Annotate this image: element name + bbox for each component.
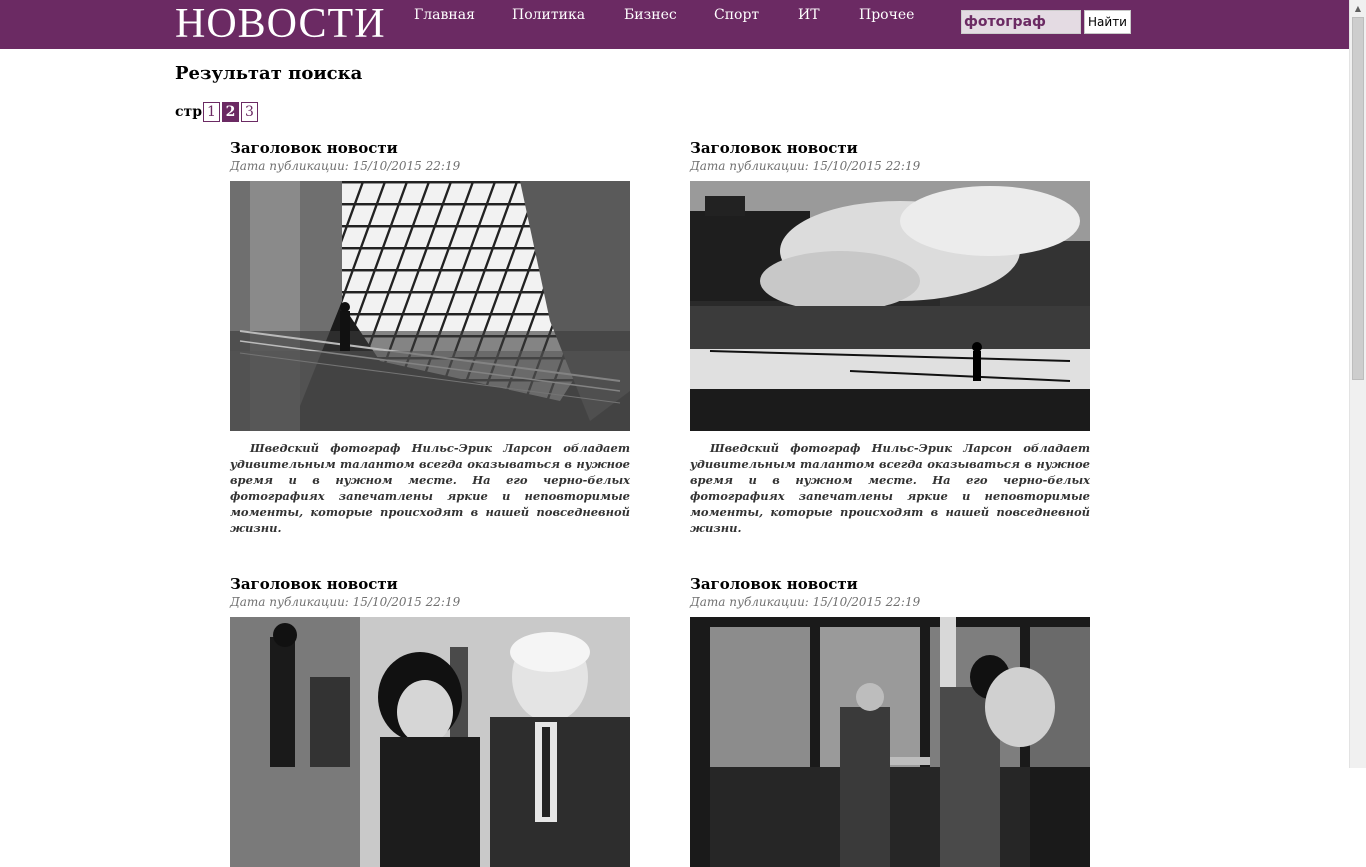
news-date: Дата публикации: 15/10/2015 22:19 (690, 595, 921, 609)
news-date: Дата публикации: 15/10/2015 22:19 (230, 595, 461, 609)
news-date: Дата публикации: 15/10/2015 22:19 (690, 159, 921, 173)
news-excerpt: Шведский фотограф Нильс-Эрик Ларсон обла… (230, 441, 630, 535)
nav-link-business[interactable]: Бизнес (624, 7, 677, 23)
news-card: Заголовок новости Дата публикации: 15/10… (690, 138, 1090, 536)
site-header: НОВОСТИ Главная Политика Бизнес Спорт ИТ… (0, 0, 1349, 49)
news-image-elderly-couple[interactable] (230, 617, 630, 867)
news-excerpt: Шведский фотограф Нильс-Эрик Ларсон обла… (690, 441, 1090, 535)
search-input[interactable] (961, 10, 1081, 34)
news-title[interactable]: Заголовок новости (690, 138, 1090, 158)
news-card: Заголовок новости Дата публикации: 15/10… (230, 574, 630, 867)
news-date: Дата публикации: 15/10/2015 22:19 (230, 159, 461, 173)
nav-link-politics[interactable]: Политика (512, 7, 585, 23)
page-link-1[interactable]: 1 (203, 102, 220, 122)
page-link-2-current[interactable]: 2 (222, 102, 239, 122)
site-logo[interactable]: НОВОСТИ (175, 0, 386, 48)
nav-link-home[interactable]: Главная (414, 7, 475, 23)
page-title: Результат поиска (175, 63, 363, 84)
search-button[interactable]: Найти (1084, 10, 1131, 34)
scrollbar-thumb[interactable] (1352, 17, 1364, 380)
news-image-architecture[interactable] (230, 181, 630, 431)
news-card: Заголовок новости Дата публикации: 15/10… (230, 138, 630, 536)
news-title[interactable]: Заголовок новости (230, 574, 630, 594)
page-scrollbar[interactable]: ▲ (1349, 0, 1366, 768)
scroll-up-icon[interactable]: ▲ (1350, 0, 1366, 17)
news-image-city-steam[interactable] (690, 181, 1090, 431)
news-title[interactable]: Заголовок новости (230, 138, 630, 158)
news-card: Заголовок новости Дата публикации: 15/10… (690, 574, 1090, 867)
news-image-street-scene[interactable] (690, 617, 1090, 867)
nav-link-it[interactable]: ИТ (798, 7, 820, 23)
nav-link-sport[interactable]: Спорт (714, 7, 759, 23)
page-link-3[interactable]: 3 (241, 102, 258, 122)
nav-link-other[interactable]: Прочее (859, 7, 914, 23)
news-title[interactable]: Заголовок новости (690, 574, 1090, 594)
